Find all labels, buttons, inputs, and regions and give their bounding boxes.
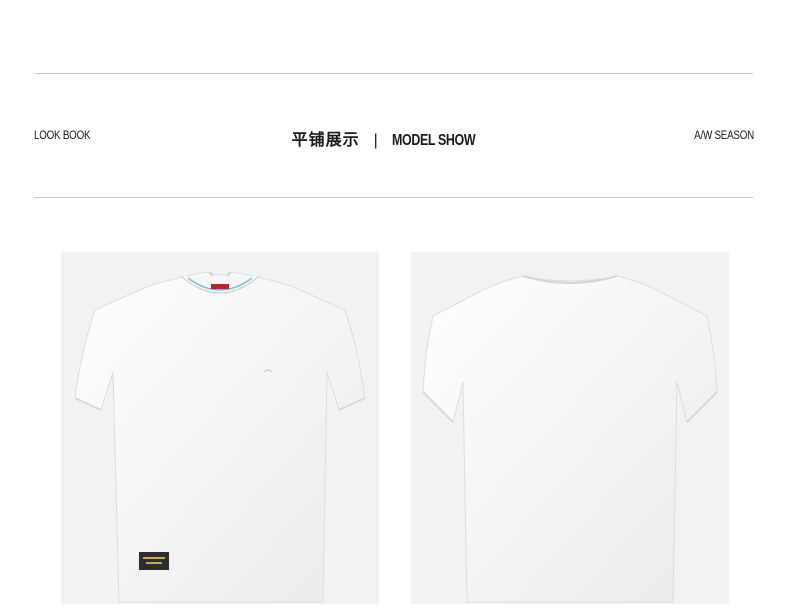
tshirt-front-icon xyxy=(74,271,366,603)
season-label: A/W SEASON xyxy=(694,128,754,142)
bottom-divider xyxy=(34,197,753,198)
product-photo-front xyxy=(61,252,379,604)
hem-label-icon xyxy=(139,552,169,570)
tshirt-back-icon xyxy=(422,275,718,603)
section-title-cn: 平铺展示 xyxy=(291,130,360,149)
brand-tag-icon xyxy=(211,284,229,289)
section-title: 平铺展示 | MODEL SHOW xyxy=(0,126,790,150)
top-divider xyxy=(34,73,753,74)
product-photo-back xyxy=(411,252,729,604)
title-separator: | xyxy=(373,132,378,149)
section-title-en: MODEL SHOW xyxy=(391,132,476,149)
